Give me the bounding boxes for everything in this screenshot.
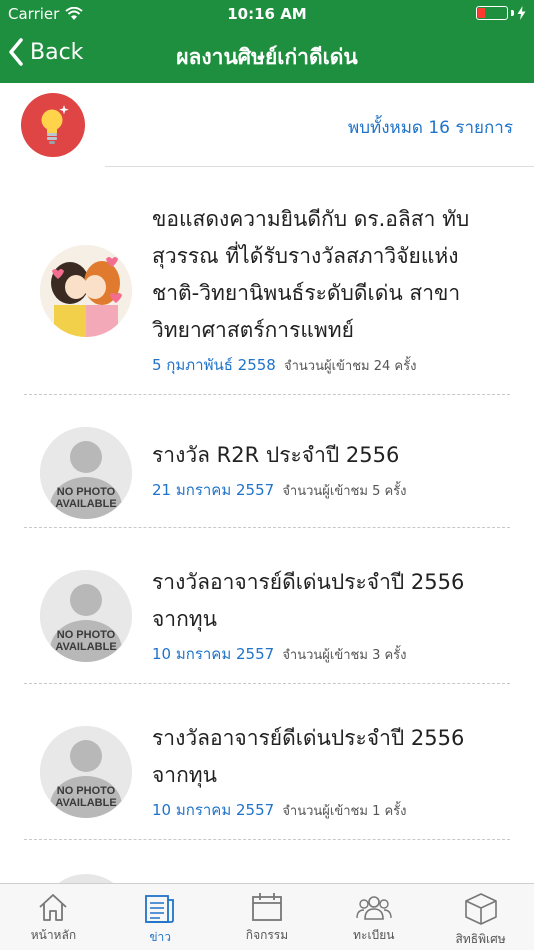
news-title: รางวัลอาจารย์ดีเด่นประจำปี 2556 จากทุน bbox=[152, 720, 506, 794]
news-item[interactable]: ขอแสดงความยินดีกับ ดร.อลิสา ทับ สุวรรณ ท… bbox=[24, 167, 510, 395]
news-date: 5 กุมภาพันธ์ 2558 bbox=[152, 356, 276, 374]
lightbulb-glyph bbox=[41, 105, 69, 144]
news-view-count: จำนวนผู้เข้าชม 24 ครั้ง bbox=[283, 359, 417, 374]
tab-registry[interactable]: ทะเบียน bbox=[320, 884, 427, 950]
news-meta: 5 กุมภาพันธ์ 2558 จำนวนผู้เข้าชม 24 ครั้… bbox=[152, 353, 506, 377]
tab-label: สิทธิพิเศษ bbox=[455, 932, 506, 946]
news-item-partial[interactable] bbox=[24, 840, 510, 883]
news-thumbnail bbox=[40, 874, 132, 883]
lightbulb-icon bbox=[21, 93, 85, 157]
news-date: 10 มกราคม 2557 bbox=[152, 645, 275, 663]
news-title: รางวัลอาจารย์ดีเด่นประจำปี 2556 จากทุน bbox=[152, 564, 506, 638]
no-photo-label: NO PHOTO bbox=[56, 785, 116, 797]
navigation-bar: Back ผลงานศิษย์เก่าดีเด่น bbox=[0, 28, 534, 83]
news-thumbnail bbox=[40, 245, 132, 337]
news-title-line: สุวรรณ ที่ได้รับรางวัลสภาวิจัยแห่ง bbox=[152, 244, 459, 268]
news-meta: 10 มกราคม 2557 จำนวนผู้เข้าชม 3 ครั้ง bbox=[152, 642, 506, 666]
news-title: ขอแสดงความยินดีกับ ดร.อลิสา ทับ สุวรรณ ท… bbox=[152, 201, 506, 349]
tab-home[interactable]: หน้าหลัก bbox=[0, 884, 107, 950]
news-icon bbox=[145, 895, 175, 923]
result-count: พบทั้งหมด 16 รายการ bbox=[347, 118, 513, 138]
clock: 10:16 AM bbox=[227, 5, 307, 23]
no-photo-label: NO PHOTO bbox=[56, 629, 116, 641]
news-title-line: จากทุน bbox=[152, 607, 218, 631]
tab-label: ข่าว bbox=[149, 930, 172, 944]
calendar-icon bbox=[252, 893, 282, 921]
chevron-left-icon bbox=[9, 38, 23, 66]
no-photo-label: AVAILABLE bbox=[55, 498, 117, 510]
people-icon bbox=[356, 896, 392, 920]
back-button[interactable]: Back bbox=[8, 38, 83, 66]
home-icon bbox=[39, 894, 68, 921]
news-view-count: จำนวนผู้เข้าชม 5 ครั้ง bbox=[282, 484, 407, 499]
news-title-line: วิทยาศาสตร์การแพทย์ bbox=[152, 318, 354, 342]
no-photo-thumbnail: NO PHOTO AVAILABLE bbox=[40, 427, 132, 519]
news-title-line: ชาติ-วิทยานิพนธ์ระดับดีเด่น สาขา bbox=[152, 281, 461, 305]
news-title-line: รางวัลอาจารย์ดีเด่นประจำปี 2556 bbox=[152, 570, 465, 594]
tab-label: ทะเบียน bbox=[353, 928, 395, 942]
tab-label: กิจกรรม bbox=[245, 928, 289, 942]
battery-level bbox=[478, 8, 485, 18]
news-date: 21 มกราคม 2557 bbox=[152, 481, 275, 499]
tab-bar: หน้าหลัก ข่าว กิจกรรม ทะเบียน สิทธิพิเศษ bbox=[0, 883, 534, 950]
news-item[interactable]: NO PHOTO AVAILABLE รางวัล R2R ประจำปี 255… bbox=[24, 395, 510, 528]
news-meta: 10 มกราคม 2557 จำนวนผู้เข้าชม 1 ครั้ง bbox=[152, 798, 506, 822]
back-label: Back bbox=[30, 39, 84, 65]
status-bar: Carrier 10:16 AM bbox=[0, 0, 534, 28]
battery-icon bbox=[476, 6, 508, 20]
news-title: รางวัล R2R ประจำปี 2556 bbox=[152, 437, 506, 474]
battery-tip bbox=[511, 10, 514, 16]
box-icon bbox=[464, 893, 497, 925]
no-photo-thumbnail: NO PHOTO AVAILABLE bbox=[40, 570, 132, 662]
summary-bar: พบทั้งหมด 16 รายการ bbox=[0, 83, 534, 167]
news-title-line: รางวัล R2R ประจำปี 2556 bbox=[152, 443, 400, 467]
news-title-line: รางวัลอาจารย์ดีเด่นประจำปี 2556 bbox=[152, 726, 465, 750]
news-title-line: จากทุน bbox=[152, 763, 218, 787]
no-photo-label: AVAILABLE bbox=[55, 797, 117, 809]
tab-activities[interactable]: กิจกรรม bbox=[214, 884, 321, 950]
news-item[interactable]: NO PHOTO AVAILABLE รางวัลอาจารย์ดีเด่นประ… bbox=[24, 528, 510, 684]
news-title-line: ขอแสดงความยินดีกับ ดร.อลิสา ทับ bbox=[152, 207, 470, 231]
news-view-count: จำนวนผู้เข้าชม 3 ครั้ง bbox=[282, 648, 407, 663]
news-meta: 21 มกราคม 2557 จำนวนผู้เข้าชม 5 ครั้ง bbox=[152, 478, 506, 502]
no-photo-label: AVAILABLE bbox=[55, 641, 117, 653]
cartoon-couple-image bbox=[40, 245, 132, 337]
battery-indicator bbox=[476, 6, 526, 20]
news-item[interactable]: NO PHOTO AVAILABLE รางวัลอาจารย์ดีเด่นประ… bbox=[24, 684, 510, 840]
news-list[interactable]: ขอแสดงความยินดีกับ ดร.อลิสา ทับ สุวรรณ ท… bbox=[0, 167, 534, 883]
news-date: 10 มกราคม 2557 bbox=[152, 801, 275, 819]
no-photo-label: NO PHOTO bbox=[56, 486, 116, 498]
tab-label: หน้าหลัก bbox=[30, 928, 77, 942]
tab-news[interactable]: ข่าว bbox=[107, 884, 214, 950]
charging-bolt-icon bbox=[517, 6, 526, 20]
news-view-count: จำนวนผู้เข้าชม 1 ครั้ง bbox=[282, 804, 407, 819]
no-photo-thumbnail: NO PHOTO AVAILABLE bbox=[40, 726, 132, 818]
tab-privileges[interactable]: สิทธิพิเศษ bbox=[427, 884, 534, 950]
